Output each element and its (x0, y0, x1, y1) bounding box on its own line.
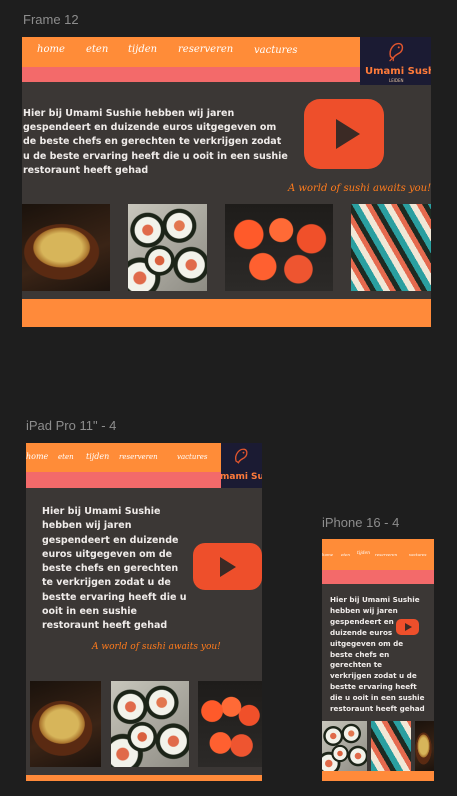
top-navbar: home eten tijden reserveren vactures (322, 539, 434, 570)
pink-accent-bar (22, 67, 360, 82)
salmon-sushi-photo (198, 681, 262, 767)
footer-bar (322, 771, 434, 781)
nav-item-eten[interactable]: eten (58, 453, 74, 461)
nav-item-vactures[interactable]: vactures (177, 453, 207, 461)
intro-text: Hier bij Umami Sushie hebben wij jaren g… (42, 506, 187, 632)
nav-item-reserveren[interactable]: reserveren (119, 453, 158, 461)
youtube-play-icon[interactable] (396, 619, 419, 635)
miso-soup-photo (22, 204, 110, 291)
nav-item-vactures[interactable]: vactures (409, 552, 426, 557)
logo[interactable]: mami Su (221, 443, 262, 488)
logo-subtitle: LEIDEN (389, 78, 404, 83)
intro-text: Hier bij Umami Sushie hebben wij jaren g… (23, 108, 288, 176)
maki-rolls-photo (322, 721, 367, 771)
tablet-frame: home eten tijden reserveren vactures mam… (26, 443, 262, 781)
logo-name: Umami Sushi (365, 66, 431, 77)
youtube-play-icon[interactable] (304, 99, 384, 169)
pink-accent-bar (322, 570, 434, 584)
maki-rolls-photo (128, 204, 207, 291)
frame-label-phone: iPhone 16 - 4 (322, 515, 400, 530)
tagline: A world of sushi awaits you! (288, 183, 431, 194)
nav-item-reserveren[interactable]: reserveren (178, 44, 233, 55)
koi-fish-icon (235, 448, 248, 464)
salmon-sushi-photo (225, 204, 333, 291)
footer-bar (26, 775, 262, 781)
nav-item-home[interactable]: home (26, 452, 48, 461)
nav-item-vactures[interactable]: vactures (254, 45, 298, 56)
koi-fish-icon (389, 42, 404, 62)
sushi-platter-photo (351, 204, 431, 291)
frame-label-desktop: Frame 12 (23, 12, 79, 27)
logo[interactable]: Umami Sushi LEIDEN (360, 37, 431, 85)
nav-item-home[interactable]: home (37, 44, 65, 55)
nav-item-tijden[interactable]: tijden (128, 44, 157, 55)
play-triangle-icon (336, 119, 360, 149)
maki-rolls-photo (111, 681, 189, 767)
nav-item-tijden[interactable]: tijden (357, 551, 370, 556)
pink-accent-bar (26, 472, 221, 488)
intro-text: Hier bij Umami Sushie hebben wij jaren g… (330, 595, 425, 714)
miso-soup-photo (415, 721, 434, 771)
phone-frame: home eten tijden reserveren vactures Hie… (322, 539, 434, 781)
frame-label-tablet: iPad Pro 11" - 4 (26, 418, 117, 433)
play-triangle-icon (220, 557, 236, 577)
nav-item-eten[interactable]: eten (341, 552, 350, 557)
nav-item-eten[interactable]: eten (86, 44, 108, 55)
play-triangle-icon (405, 623, 412, 631)
miso-soup-photo (30, 681, 101, 767)
footer-bar (22, 299, 431, 327)
logo-name: mami Su (221, 472, 262, 482)
sushi-platter-photo (371, 721, 411, 771)
nav-item-home[interactable]: home (322, 552, 333, 557)
nav-item-reserveren[interactable]: reserveren (375, 552, 397, 557)
nav-item-tijden[interactable]: tijden (86, 452, 109, 461)
tagline: A world of sushi awaits you! (92, 642, 221, 652)
youtube-play-icon[interactable] (193, 543, 262, 590)
desktop-frame: home eten tijden reserveren vactures Uma… (22, 37, 431, 327)
